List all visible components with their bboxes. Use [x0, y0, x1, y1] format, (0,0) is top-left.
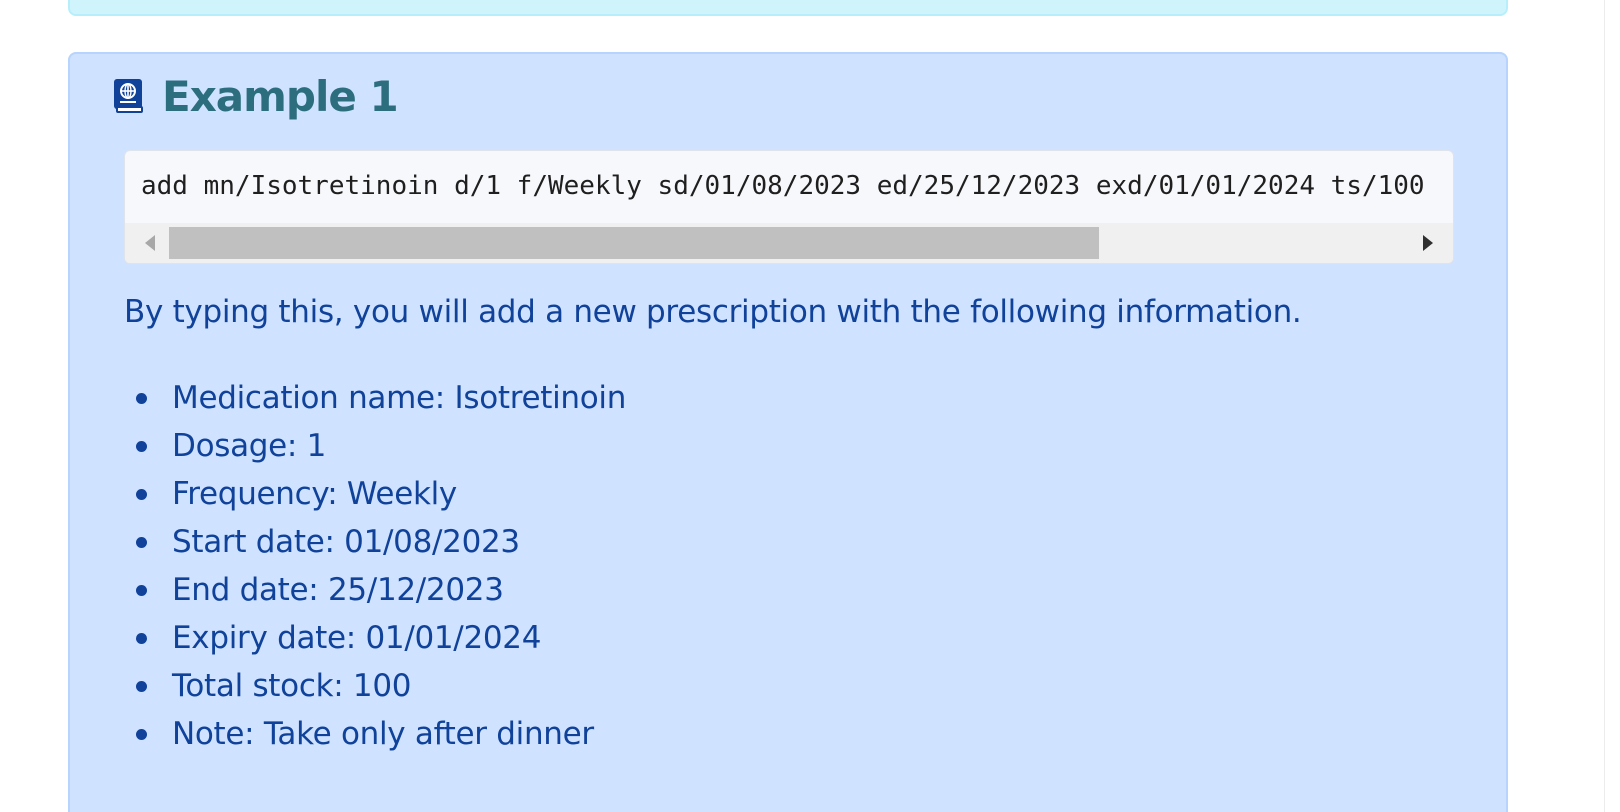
- page: Example 1 add mn/Isotretinoin d/1 f/Week…: [0, 0, 1620, 812]
- scrollbar-thumb[interactable]: [169, 227, 1099, 259]
- previous-info-box: [68, 0, 1508, 16]
- bullet-icon: [136, 585, 147, 596]
- example-box: Example 1 add mn/Isotretinoin d/1 f/Week…: [68, 52, 1508, 812]
- book-globe-icon: [112, 78, 144, 114]
- command-code-block[interactable]: add mn/Isotretinoin d/1 f/Weekly sd/01/0…: [124, 150, 1454, 264]
- list-item-label: Start date: 01/08/2023: [172, 524, 520, 560]
- list-item: Note: Take only after dinner: [124, 710, 626, 758]
- list-item: Medication name: Isotretinoin: [124, 374, 626, 422]
- page-vertical-scrollbar[interactable]: [1604, 0, 1620, 812]
- example-heading: Example 1: [112, 66, 399, 126]
- list-item-label: Frequency: Weekly: [172, 476, 457, 512]
- bullet-icon: [136, 729, 147, 740]
- intro-text: By typing this, you will add a new presc…: [124, 294, 1302, 330]
- command-text[interactable]: add mn/Isotretinoin d/1 f/Weekly sd/01/0…: [141, 171, 1425, 201]
- list-item: Total stock: 100: [124, 662, 626, 710]
- list-item-label: Expiry date: 01/01/2024: [172, 620, 542, 656]
- bullet-icon: [136, 681, 147, 692]
- bullet-icon: [136, 441, 147, 452]
- prescription-info-list: Medication name: Isotretinoin Dosage: 1 …: [124, 374, 626, 758]
- horizontal-scrollbar[interactable]: [125, 223, 1453, 263]
- list-item: Dosage: 1: [124, 422, 626, 470]
- scroll-left-arrow-icon[interactable]: [133, 223, 167, 263]
- bullet-icon: [136, 633, 147, 644]
- list-item: Start date: 01/08/2023: [124, 518, 626, 566]
- list-item-label: Total stock: 100: [172, 668, 412, 704]
- list-item: End date: 25/12/2023: [124, 566, 626, 614]
- bullet-icon: [136, 489, 147, 500]
- list-item-label: End date: 25/12/2023: [172, 572, 504, 608]
- bullet-icon: [136, 393, 147, 404]
- example-title: Example 1: [162, 71, 399, 121]
- list-item-label: Dosage: 1: [172, 428, 327, 464]
- list-item-label: Note: Take only after dinner: [172, 716, 594, 752]
- list-item-label: Medication name: Isotretinoin: [172, 380, 627, 416]
- list-item: Expiry date: 01/01/2024: [124, 614, 626, 662]
- list-item: Frequency: Weekly: [124, 470, 626, 518]
- scroll-right-arrow-icon[interactable]: [1411, 223, 1445, 263]
- bullet-icon: [136, 537, 147, 548]
